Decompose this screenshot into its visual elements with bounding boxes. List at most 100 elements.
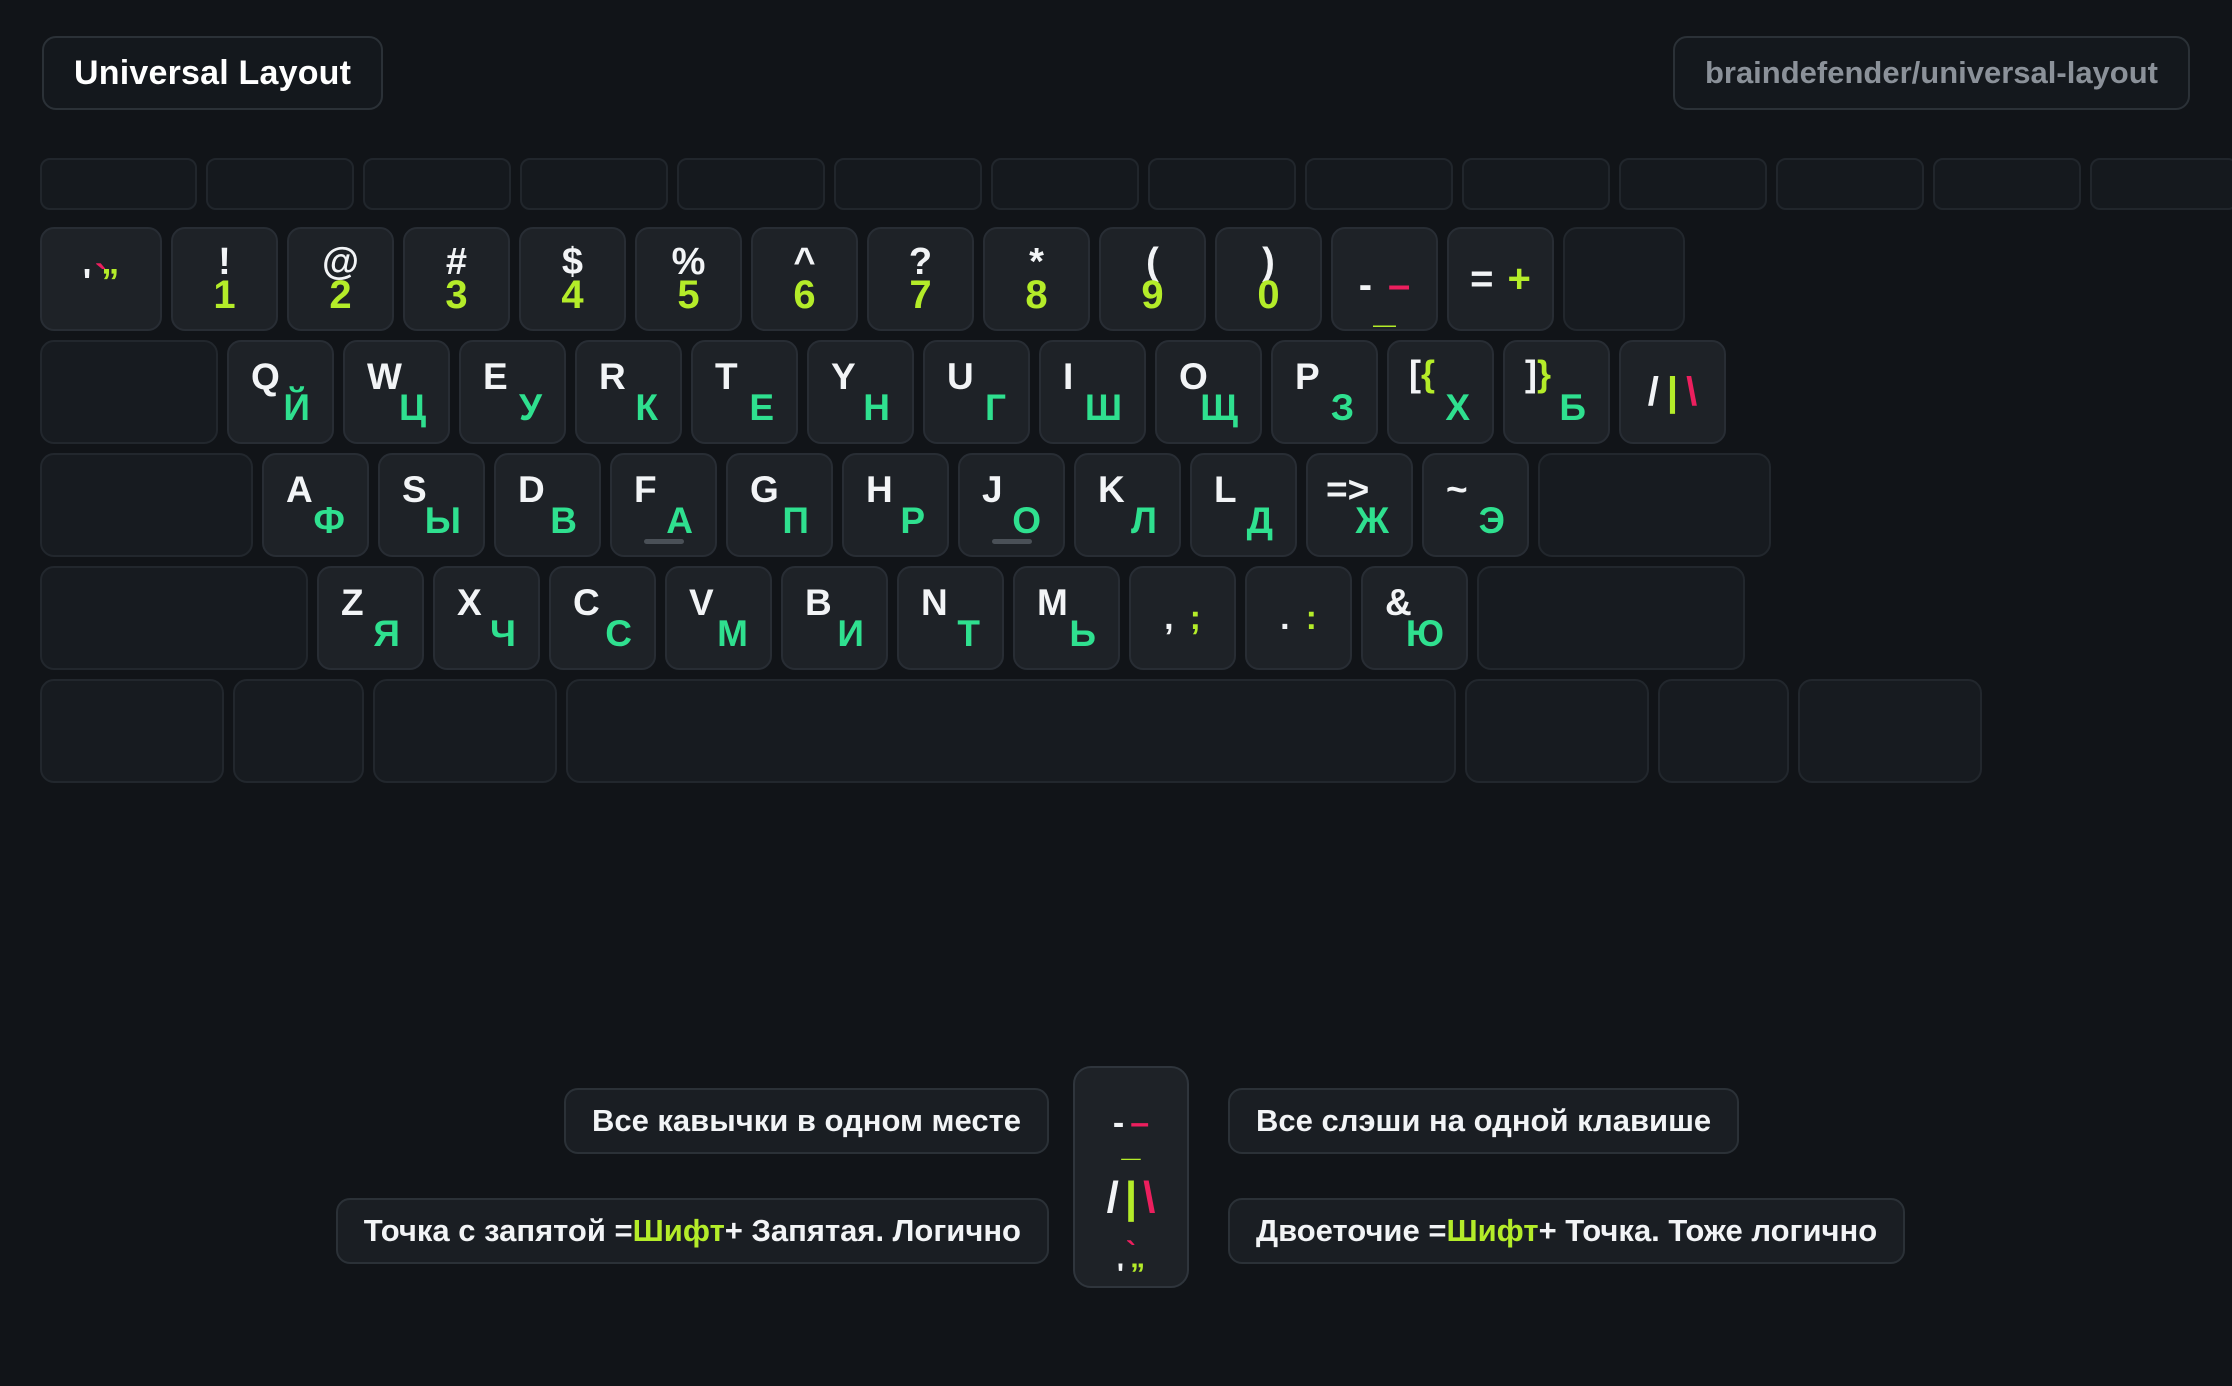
key-space[interactable] <box>566 679 1456 783</box>
fn-key-8[interactable] <box>1148 158 1296 210</box>
key-z-latin: Z <box>341 582 364 623</box>
key-n-latin: N <box>921 582 948 623</box>
key-m-cyrillic: Ь <box>1069 613 1096 654</box>
fn-key-6[interactable] <box>834 158 982 210</box>
key-u[interactable]: U Г <box>923 340 1030 444</box>
key-capslock[interactable] <box>40 453 253 557</box>
key-tab[interactable] <box>40 340 218 444</box>
key-comma[interactable]: ,; <box>1129 566 1236 670</box>
key-m[interactable]: M Ь <box>1013 566 1120 670</box>
fn-key-9[interactable] <box>1305 158 1453 210</box>
key-option-left[interactable] <box>233 679 364 783</box>
key-backspace[interactable] <box>1563 227 1685 331</box>
key-b[interactable]: B И <box>781 566 888 670</box>
fn-key-3[interactable] <box>363 158 511 210</box>
key-p-cyrillic: З <box>1330 387 1354 428</box>
key-period-symbols: .: <box>1280 598 1317 637</box>
key-2[interactable]: @ 2 <box>287 227 394 331</box>
key-p-latin: P <box>1295 356 1320 397</box>
fn-key-10[interactable] <box>1462 158 1610 210</box>
key-6[interactable]: ^ 6 <box>751 227 858 331</box>
key-7[interactable]: ? 7 <box>867 227 974 331</box>
home-row: A Ф S Ы D В F А G П H Р J О K Л L Д => Ж… <box>40 453 2192 557</box>
fn-key-1[interactable] <box>40 158 197 210</box>
header: Universal Layout braindefender/universal… <box>42 36 2190 110</box>
key-t[interactable]: T Е <box>691 340 798 444</box>
key-5[interactable]: % 5 <box>635 227 742 331</box>
key-fn[interactable] <box>1798 679 1982 783</box>
key-command-left[interactable] <box>373 679 557 783</box>
key-z[interactable]: Z Я <box>317 566 424 670</box>
key-a[interactable]: A Ф <box>262 453 369 557</box>
key-enter[interactable] <box>1538 453 1771 557</box>
key-c[interactable]: C С <box>549 566 656 670</box>
fn-key-14[interactable] <box>2090 158 2232 210</box>
key-s[interactable]: S Ы <box>378 453 485 557</box>
key-4[interactable]: $ 4 <box>519 227 626 331</box>
fn-key-4[interactable] <box>520 158 668 210</box>
key-6-base: 6 <box>793 273 816 317</box>
key-e[interactable]: E У <box>459 340 566 444</box>
key-minus[interactable]: - – _ <box>1331 227 1438 331</box>
key-j[interactable]: J О <box>958 453 1065 557</box>
fn-key-12[interactable] <box>1776 158 1924 210</box>
key-y[interactable]: Y Н <box>807 340 914 444</box>
key-quote[interactable]: ~ Э <box>1422 453 1529 557</box>
key-bracketleft[interactable]: [{ Х <box>1387 340 1494 444</box>
key-w[interactable]: W Ц <box>343 340 450 444</box>
key-option-right[interactable] <box>1658 679 1789 783</box>
key-control[interactable] <box>40 679 224 783</box>
page-title-chip: Universal Layout <box>42 36 384 110</box>
key-h[interactable]: H Р <box>842 453 949 557</box>
combined-symbol-key[interactable]: - – _ / | \ ` '” <box>1073 1066 1189 1290</box>
key-s-latin: S <box>402 469 427 510</box>
fn-key-13[interactable] <box>1933 158 2081 210</box>
fn-key-11[interactable] <box>1619 158 1767 210</box>
key-x-latin: X <box>457 582 482 623</box>
key-slash[interactable]: / | \ <box>1619 340 1726 444</box>
key-period[interactable]: .: <box>1245 566 1352 670</box>
fn-key-7[interactable] <box>991 158 1139 210</box>
key-bracketright-symbols: ]} <box>1525 353 1552 394</box>
key-e-cyrillic: У <box>518 387 542 428</box>
key-8[interactable]: * 8 <box>983 227 1090 331</box>
key-q[interactable]: Q Й <box>227 340 334 444</box>
key-bracketleft-symbols: [{ <box>1409 353 1436 394</box>
key-f[interactable]: F А <box>610 453 717 557</box>
key-o[interactable]: O Щ <box>1155 340 1262 444</box>
key-shift-right[interactable] <box>1477 566 1745 670</box>
home-bump-indicator-f <box>643 539 684 544</box>
key-l-cyrillic: Д <box>1246 500 1273 541</box>
key-d-latin: D <box>518 469 545 510</box>
fn-key-5[interactable] <box>677 158 825 210</box>
key-v-cyrillic: М <box>717 613 748 654</box>
key-1[interactable]: ! 1 <box>171 227 278 331</box>
key-bracketright-cyrillic: Б <box>1559 387 1586 428</box>
key-3[interactable]: # 3 <box>403 227 510 331</box>
key-equal[interactable]: = + <box>1447 227 1554 331</box>
key-command-right[interactable] <box>1465 679 1649 783</box>
key-p[interactable]: P З <box>1271 340 1378 444</box>
key-x[interactable]: X Ч <box>433 566 540 670</box>
repo-chip[interactable]: braindefender/universal-layout <box>1672 36 2190 110</box>
key-semicolon[interactable]: => Ж <box>1306 453 1413 557</box>
key-9[interactable]: ( 9 <box>1099 227 1206 331</box>
key-l[interactable]: L Д <box>1190 453 1297 557</box>
key-v-latin: V <box>689 582 714 623</box>
home-bump-indicator-j <box>991 539 1032 544</box>
key-i[interactable]: I Ш <box>1039 340 1146 444</box>
fn-key-2[interactable] <box>206 158 354 210</box>
key-g[interactable]: G П <box>726 453 833 557</box>
key-backtick[interactable]: ` '” <box>40 227 162 331</box>
key-j-latin: J <box>982 469 1003 510</box>
key-bracketright[interactable]: ]} Б <box>1503 340 1610 444</box>
key-r[interactable]: R К <box>575 340 682 444</box>
key-k[interactable]: K Л <box>1074 453 1181 557</box>
key-shift-left[interactable] <box>40 566 308 670</box>
key-n[interactable]: N Т <box>897 566 1004 670</box>
key-v[interactable]: V М <box>665 566 772 670</box>
key-d[interactable]: D В <box>494 453 601 557</box>
key-0[interactable]: ) 0 <box>1215 227 1322 331</box>
key-ampersand[interactable]: & Ю <box>1361 566 1468 670</box>
key-y-cyrillic: Н <box>863 387 890 428</box>
